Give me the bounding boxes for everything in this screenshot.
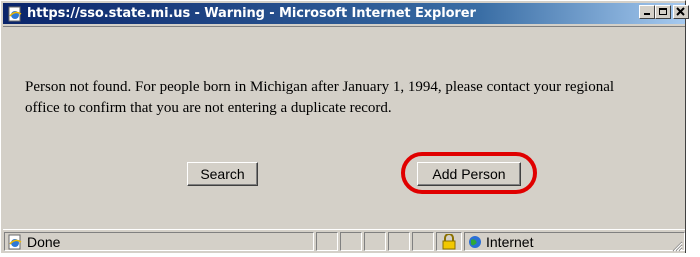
resize-grip-icon[interactable]: [671, 239, 683, 252]
minimize-icon[interactable]: [639, 5, 655, 19]
ie-page-icon: [6, 5, 23, 22]
dialog-content: Person not found. For people born in Mic…: [3, 26, 685, 229]
maximize-icon[interactable]: [655, 5, 671, 19]
status-text: Done: [27, 233, 61, 250]
highlight-circle: [401, 152, 537, 194]
status-segment: [316, 232, 338, 251]
zone-panel: Internet: [464, 232, 685, 251]
window-title: https://sso.state.mi.us - Warning - Micr…: [27, 6, 476, 21]
status-segment: [412, 232, 434, 251]
status-bar: Done Internet: [3, 229, 685, 253]
zone-text: Internet: [486, 233, 534, 250]
close-icon[interactable]: [673, 5, 689, 19]
title-bar[interactable]: https://sso.state.mi.us - Warning - Micr…: [3, 3, 689, 24]
lock-icon[interactable]: [436, 232, 462, 251]
window-controls: [639, 5, 689, 19]
status-panel: Done: [4, 232, 314, 251]
ie-done-icon: [7, 234, 23, 250]
globe-icon: [468, 235, 482, 249]
search-button[interactable]: Search: [187, 162, 258, 186]
status-segment: [340, 232, 362, 251]
ie-window: https://sso.state.mi.us - Warning - Micr…: [0, 0, 689, 253]
status-segment: [364, 232, 386, 251]
warning-message: Person not found. For people born in Mic…: [25, 79, 615, 116]
status-segment: [388, 232, 410, 251]
